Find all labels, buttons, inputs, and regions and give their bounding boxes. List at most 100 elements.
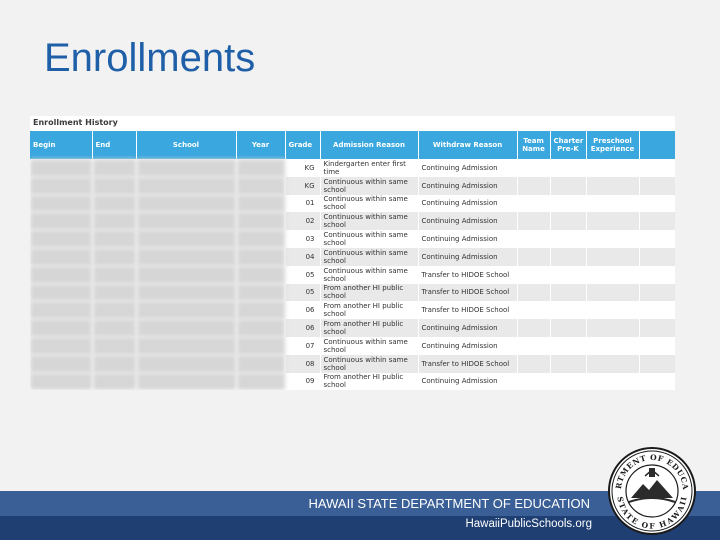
admission-reason-cell: From another HI public school — [320, 283, 419, 302]
grade-cell: 06 — [285, 319, 321, 337]
preschool-experience-cell — [586, 283, 640, 302]
column-header-admission-reason[interactable]: Admission Reason — [320, 131, 419, 159]
admission-reason-cell: Continuous within same school — [320, 212, 419, 231]
charter-prek-cell — [550, 230, 587, 248]
table-row[interactable]: 02 Continuous within same school Continu… — [30, 212, 675, 231]
withdraw-reason-cell: Continuing Admission — [418, 247, 518, 266]
redacted-begin-cell — [30, 336, 93, 355]
redacted-school-cell — [136, 265, 237, 284]
table-row[interactable]: 07 Continuous within same school Continu… — [30, 336, 675, 355]
withdraw-reason-cell: Continuing Admission — [418, 336, 518, 355]
preschool-experience-cell — [586, 176, 640, 195]
table-row[interactable]: 04 Continuous within same school Continu… — [30, 247, 675, 266]
redacted-end-cell — [92, 230, 137, 248]
column-header-begin[interactable]: Begin — [30, 131, 93, 159]
preschool-experience-cell — [586, 212, 640, 231]
redacted-begin-cell — [30, 301, 93, 320]
charter-prek-cell — [550, 265, 587, 284]
redacted-end-cell — [92, 159, 137, 177]
table-row[interactable]: KG Continuous within same school Continu… — [30, 176, 675, 195]
redacted-end-cell — [92, 265, 137, 284]
redacted-begin-cell — [30, 159, 93, 177]
table-row[interactable]: 09 From another HI public school Continu… — [30, 372, 675, 390]
table-row[interactable]: 03 Continuous within same school Continu… — [30, 230, 675, 248]
redacted-school-cell — [136, 247, 237, 266]
enrollment-history-table: Begin End School Year Grade Admission Re… — [30, 131, 675, 390]
preschool-experience-cell — [586, 194, 640, 213]
team-name-cell — [517, 354, 551, 373]
footer-department-name: HAWAII STATE DEPARTMENT OF EDUCATION — [308, 496, 590, 511]
grade-cell: 01 — [285, 194, 321, 213]
redacted-end-cell — [92, 372, 137, 390]
team-name-cell — [517, 372, 551, 390]
blank-cell — [639, 212, 675, 231]
team-name-cell — [517, 230, 551, 248]
withdraw-reason-cell: Transfer to HIDOE School — [418, 265, 518, 284]
blank-cell — [639, 230, 675, 248]
column-header-withdraw-reason[interactable]: Withdraw Reason — [418, 131, 518, 159]
blank-cell — [639, 283, 675, 302]
column-header-preschool-experience[interactable]: Preschool Experience — [586, 131, 640, 159]
withdraw-reason-cell: Continuing Admission — [418, 194, 518, 213]
redacted-end-cell — [92, 212, 137, 231]
charter-prek-cell — [550, 212, 587, 231]
table-body: KG Kindergarten enter first time Continu… — [30, 159, 675, 390]
table-row[interactable]: 06 From another HI public school Continu… — [30, 319, 675, 337]
redacted-year-cell — [236, 265, 286, 284]
table-row[interactable]: 08 Continuous within same school Transfe… — [30, 354, 675, 373]
admission-reason-cell: Continuous within same school — [320, 336, 419, 355]
withdraw-reason-cell: Continuing Admission — [418, 372, 518, 390]
charter-prek-cell — [550, 372, 587, 390]
withdraw-reason-cell: Transfer to HIDOE School — [418, 283, 518, 302]
footer-website-link[interactable]: HawaiiPublicSchools.org — [465, 518, 592, 530]
department-seal-logo: DEPARTMENT OF EDUCATION STATE OF HAWAII — [607, 446, 696, 535]
redacted-school-cell — [136, 176, 237, 195]
column-header-end[interactable]: End — [92, 131, 137, 159]
redacted-begin-cell — [30, 230, 93, 248]
preschool-experience-cell — [586, 159, 640, 177]
team-name-cell — [517, 301, 551, 320]
grade-cell: 06 — [285, 301, 321, 320]
grade-cell: 04 — [285, 247, 321, 266]
table-row[interactable]: 05 Continuous within same school Transfe… — [30, 265, 675, 284]
column-header-charter-line1: Charter — [553, 137, 584, 145]
table-row[interactable]: 06 From another HI public school Transfe… — [30, 301, 675, 320]
admission-reason-cell: Continuous within same school — [320, 247, 419, 266]
grade-cell: 09 — [285, 372, 321, 390]
preschool-experience-cell — [586, 372, 640, 390]
admission-reason-cell: Continuous within same school — [320, 354, 419, 373]
redacted-begin-cell — [30, 212, 93, 231]
column-header-preschool-line2: Experience — [590, 145, 635, 153]
table-row[interactable]: KG Kindergarten enter first time Continu… — [30, 159, 675, 177]
column-header-year[interactable]: Year — [236, 131, 286, 159]
column-header-grade[interactable]: Grade — [285, 131, 321, 159]
admission-reason-cell: Continuous within same school — [320, 194, 419, 213]
column-header-charter-prek[interactable]: Charter Pre-K — [550, 131, 587, 159]
blank-cell — [639, 247, 675, 266]
grade-cell: 05 — [285, 265, 321, 284]
preschool-experience-cell — [586, 354, 640, 373]
team-name-cell — [517, 247, 551, 266]
redacted-begin-cell — [30, 283, 93, 302]
redacted-year-cell — [236, 283, 286, 302]
column-header-team-name[interactable]: Team Name — [517, 131, 551, 159]
redacted-school-cell — [136, 372, 237, 390]
redacted-year-cell — [236, 354, 286, 373]
team-name-cell — [517, 212, 551, 231]
withdraw-reason-cell: Continuing Admission — [418, 319, 518, 337]
table-row[interactable]: 01 Continuous within same school Continu… — [30, 194, 675, 213]
column-header-school[interactable]: School — [136, 131, 237, 159]
page-title: Enrollments — [44, 36, 256, 80]
preschool-experience-cell — [586, 247, 640, 266]
redacted-end-cell — [92, 176, 137, 195]
charter-prek-cell — [550, 301, 587, 320]
blank-cell — [639, 176, 675, 195]
table-row[interactable]: 05 From another HI public school Transfe… — [30, 283, 675, 302]
blank-cell — [639, 159, 675, 177]
withdraw-reason-cell: Continuing Admission — [418, 159, 518, 177]
charter-prek-cell — [550, 354, 587, 373]
team-name-cell — [517, 176, 551, 195]
blank-cell — [639, 319, 675, 337]
preschool-experience-cell — [586, 230, 640, 248]
team-name-cell — [517, 194, 551, 213]
